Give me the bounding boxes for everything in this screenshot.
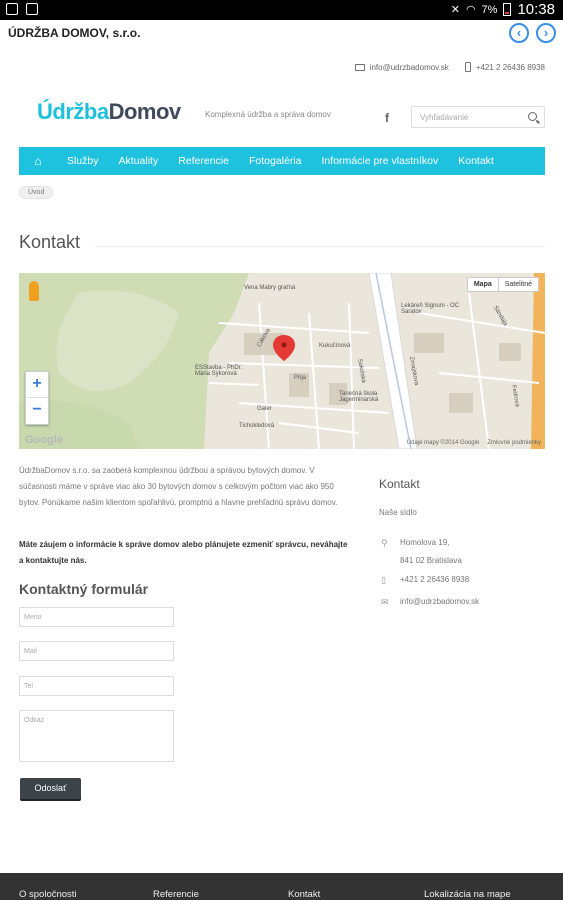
battery-percent: 7% [481, 3, 498, 16]
search-placeholder: Vyhľadávanie [420, 113, 469, 122]
sidebar-subtitle: Naše sídlo [379, 508, 417, 517]
address-item: ⚲ Homolova 19, 841 02 Bratislava [381, 534, 462, 570]
mail-icon [354, 63, 365, 71]
footer-link-references[interactable]: Referencie [153, 889, 199, 900]
nav-item-kontakt[interactable]: Kontakt [448, 155, 504, 167]
map-attribution: Údaje mapy ©2014 Google Zmluvné podmienk… [407, 440, 541, 446]
location-pin-icon: ⚲ [381, 538, 388, 548]
nav-item-referencie[interactable]: Referencie [168, 155, 239, 167]
google-map[interactable]: Mapa Satelitné + − Lekáreň Signum - OC S… [19, 273, 545, 449]
battery-icon [503, 3, 512, 16]
name-field[interactable]: Meno [19, 607, 174, 627]
nav-item-informacie[interactable]: Informácie pre vlastníkov [312, 155, 449, 167]
address-line-1: Homolova 19, [400, 538, 450, 547]
phone-placeholder: Tel [24, 683, 33, 690]
search-icon[interactable] [528, 112, 537, 121]
main-navigation: ⌂ Služby Aktuality Referencie Fotogaléri… [19, 147, 545, 175]
logo-part-1: Údržba [37, 99, 109, 124]
message-field[interactable]: Odkaz [19, 710, 174, 762]
message-placeholder: Odkaz [24, 717, 45, 724]
map-terms-link[interactable]: Zmluvné podmienky [487, 440, 541, 446]
forward-button[interactable]: › [536, 23, 556, 43]
mail-placeholder: Mail [24, 648, 37, 655]
mail-icon: ✉ [381, 597, 389, 607]
send-button[interactable]: Odoslať [20, 778, 81, 799]
cta-paragraph: Máte záujem o informácie k správe domov … [19, 540, 348, 565]
map-label: Galer [257, 406, 272, 412]
map-marker-icon [273, 335, 295, 361]
zoom-control: + − [25, 371, 49, 425]
map-label: Tanečná škola Jagerminarská [339, 391, 379, 403]
name-placeholder: Meno [24, 614, 42, 621]
intro-paragraph: ÚdržbaDomov s.r.o. sa zaoberá komplexnou… [19, 466, 338, 507]
site-tagline: Komplexná údržba a správa domov [205, 110, 331, 119]
map-label: ESStavba - PhDr. Mária Sýkorová [195, 365, 243, 377]
google-logo: Google [25, 434, 63, 446]
chevron-left-icon: ‹ [516, 25, 522, 40]
address-text: Homolova 19, 841 02 Bratislava [400, 534, 462, 570]
zoom-out-button[interactable]: − [26, 398, 48, 424]
map-data-attribution: Údaje mapy ©2014 Google [406, 440, 480, 446]
mail-field[interactable]: Mail [19, 641, 174, 661]
site-logo[interactable]: ÚdržbaDomov [37, 99, 181, 125]
map-canvas [19, 273, 545, 449]
footer-link-about[interactable]: O spoločnosti [19, 889, 77, 900]
app-title: ÚDRŽBA DOMOV, s.r.o. [8, 26, 141, 40]
map-label: Prija [294, 375, 307, 381]
map-label: Vena Mabry graťná [244, 285, 296, 291]
wifi-icon: ◠ [465, 4, 476, 16]
clock: 10:38 [517, 1, 555, 18]
phone-item: ▯ +421 2 26436 8938 [381, 571, 469, 589]
sidebar-phone[interactable]: +421 2 26436 8938 [400, 571, 469, 589]
nav-item-aktuality[interactable]: Aktuality [109, 155, 169, 167]
nav-item-sluzby[interactable]: Služby [57, 155, 109, 167]
home-icon[interactable]: ⌂ [19, 154, 57, 168]
email-item: ✉ info@udrzbadomov.sk [381, 593, 479, 611]
contact-form-title: Kontaktný formulár [19, 581, 149, 597]
phone-icon [464, 62, 471, 72]
map-label: Lekáreň Signum - OC Saratov [401, 303, 460, 315]
map-type-mapa[interactable]: Mapa [468, 278, 499, 291]
back-button[interactable]: ‹ [509, 23, 529, 43]
top-email-link[interactable]: info@udrzbadomov.sk [370, 63, 449, 72]
address-line-2: 841 02 Bratislava [400, 556, 462, 565]
sidebar-title: Kontakt [379, 477, 420, 491]
logo-part-2: Domov [108, 99, 182, 124]
map-label: Kukučínová [319, 343, 351, 349]
map-type-satelitne[interactable]: Satelitné [499, 278, 538, 291]
nav-item-fotogaleria[interactable]: Fotogaléria [239, 155, 312, 167]
sidebar-email[interactable]: info@udrzbadomov.sk [400, 593, 479, 611]
clipboard-check-icon [26, 3, 38, 15]
app-header: ÚDRŽBA DOMOV, s.r.o. ‹ › [0, 20, 563, 46]
phone-field[interactable]: Tel [19, 676, 174, 696]
search-input[interactable]: Vyhľadávanie [411, 106, 545, 128]
chevron-right-icon: › [543, 25, 549, 40]
page-title: Kontakt [19, 232, 81, 252]
zoom-in-button[interactable]: + [26, 372, 48, 398]
map-type-switch: Mapa Satelitné [466, 277, 539, 292]
map-label: Tichokledová [239, 423, 275, 429]
footer-link-map[interactable]: Lokalizácia na mape [424, 889, 511, 900]
footer-link-contact[interactable]: Kontakt [288, 889, 320, 900]
phone-icon: ▯ [381, 575, 386, 585]
pegman-icon[interactable] [29, 281, 39, 301]
footer: O spoločnosti Referencie Kontakt Lokaliz… [0, 873, 563, 900]
top-phone[interactable]: +421 2 26436 8938 [476, 63, 545, 72]
download-icon [6, 3, 18, 15]
mute-icon: ✕ [450, 4, 460, 16]
top-contact-bar: info@udrzbadomov.sk +421 2 26436 8938 [354, 62, 545, 72]
android-status-bar: ✕ ◠ 7% 10:38 [0, 0, 563, 20]
breadcrumb[interactable]: Úvod [19, 186, 54, 199]
title-divider [95, 246, 545, 247]
facebook-icon[interactable]: f [385, 111, 389, 125]
